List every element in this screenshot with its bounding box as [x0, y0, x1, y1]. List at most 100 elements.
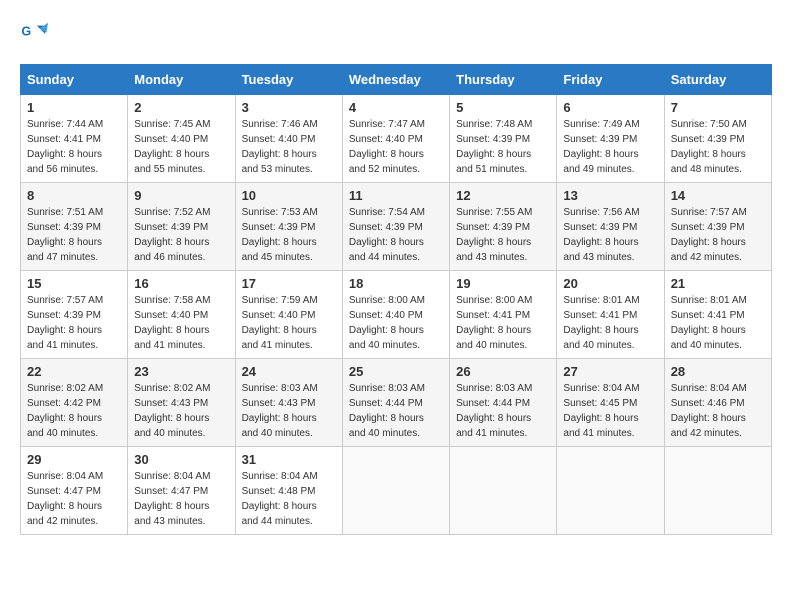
day-info: Sunrise: 7:52 AM Sunset: 4:39 PM Dayligh…	[134, 205, 228, 265]
day-header-tuesday: Tuesday	[235, 65, 342, 95]
day-number: 1	[27, 100, 121, 115]
day-info: Sunrise: 8:03 AM Sunset: 4:43 PM Dayligh…	[242, 381, 336, 441]
calendar-cell: 22Sunrise: 8:02 AM Sunset: 4:42 PM Dayli…	[21, 359, 128, 447]
calendar-cell: 4 Sunrise: 7:47 AM Sunset: 4:40 PM Daylig…	[342, 95, 449, 183]
day-number: 10	[242, 188, 336, 203]
day-info: Sunrise: 7:56 AM Sunset: 4:39 PM Dayligh…	[563, 205, 657, 265]
day-number: 16	[134, 276, 228, 291]
day-info: Sunrise: 8:00 AM Sunset: 4:41 PM Dayligh…	[456, 293, 550, 353]
svg-text:G: G	[21, 24, 31, 38]
day-number: 13	[563, 188, 657, 203]
calendar-cell: 27Sunrise: 8:04 AM Sunset: 4:45 PM Dayli…	[557, 359, 664, 447]
week-row-2: 8 Sunrise: 7:51 AM Sunset: 4:39 PM Daylig…	[21, 183, 772, 271]
day-number: 17	[242, 276, 336, 291]
calendar-cell: 15 Sunrise: 7:57 AM Sunset: 4:39 PM Dayli…	[21, 271, 128, 359]
calendar-table: SundayMondayTuesdayWednesdayThursdayFrid…	[20, 64, 772, 535]
day-info: Sunrise: 8:04 AM Sunset: 4:47 PM Dayligh…	[134, 469, 228, 529]
day-number: 30	[134, 452, 228, 467]
day-number: 21	[671, 276, 765, 291]
calendar-cell: 25 Sunrise: 8:03 AM Sunset: 4:44 PM Dayli…	[342, 359, 449, 447]
week-row-3: 15 Sunrise: 7:57 AM Sunset: 4:39 PM Dayli…	[21, 271, 772, 359]
day-info: Sunrise: 7:57 AM Sunset: 4:39 PM Dayligh…	[671, 205, 765, 265]
calendar-cell: 11 Sunrise: 7:54 AM Sunset: 4:39 PM Dayli…	[342, 183, 449, 271]
day-number: 9	[134, 188, 228, 203]
day-info: Sunrise: 8:04 AM Sunset: 4:47 PM Dayligh…	[27, 469, 121, 529]
day-info: Sunrise: 8:00 AM Sunset: 4:40 PM Dayligh…	[349, 293, 443, 353]
day-info: Sunrise: 7:57 AM Sunset: 4:39 PM Dayligh…	[27, 293, 121, 353]
day-header-thursday: Thursday	[450, 65, 557, 95]
calendar-cell: 31Sunrise: 8:04 AM Sunset: 4:48 PM Dayli…	[235, 447, 342, 535]
day-info: Sunrise: 8:03 AM Sunset: 4:44 PM Dayligh…	[349, 381, 443, 441]
day-number: 12	[456, 188, 550, 203]
logo: G	[20, 20, 52, 48]
calendar-cell: 21 Sunrise: 8:01 AM Sunset: 4:41 PM Dayli…	[664, 271, 771, 359]
week-row-5: 29 Sunrise: 8:04 AM Sunset: 4:47 PM Dayli…	[21, 447, 772, 535]
day-number: 2	[134, 100, 228, 115]
day-info: Sunrise: 7:49 AM Sunset: 4:39 PM Dayligh…	[563, 117, 657, 177]
calendar-cell: 18 Sunrise: 8:00 AM Sunset: 4:40 PM Dayli…	[342, 271, 449, 359]
day-number: 8	[27, 188, 121, 203]
calendar-cell: 20Sunrise: 8:01 AM Sunset: 4:41 PM Dayli…	[557, 271, 664, 359]
day-info: Sunrise: 7:46 AM Sunset: 4:40 PM Dayligh…	[242, 117, 336, 177]
day-info: Sunrise: 7:51 AM Sunset: 4:39 PM Dayligh…	[27, 205, 121, 265]
day-number: 29	[27, 452, 121, 467]
day-info: Sunrise: 7:47 AM Sunset: 4:40 PM Dayligh…	[349, 117, 443, 177]
day-info: Sunrise: 7:44 AM Sunset: 4:41 PM Dayligh…	[27, 117, 121, 177]
page-header: G	[20, 20, 772, 48]
calendar-cell	[664, 447, 771, 535]
day-header-sunday: Sunday	[21, 65, 128, 95]
day-header-monday: Monday	[128, 65, 235, 95]
calendar-cell: 2 Sunrise: 7:45 AM Sunset: 4:40 PM Daylig…	[128, 95, 235, 183]
calendar-cell: 16 Sunrise: 7:58 AM Sunset: 4:40 PM Dayli…	[128, 271, 235, 359]
day-number: 6	[563, 100, 657, 115]
day-number: 11	[349, 188, 443, 203]
calendar-cell	[557, 447, 664, 535]
day-number: 19	[456, 276, 550, 291]
calendar-cell	[342, 447, 449, 535]
day-info: Sunrise: 8:03 AM Sunset: 4:44 PM Dayligh…	[456, 381, 550, 441]
day-info: Sunrise: 8:04 AM Sunset: 4:46 PM Dayligh…	[671, 381, 765, 441]
calendar-cell: 9 Sunrise: 7:52 AM Sunset: 4:39 PM Daylig…	[128, 183, 235, 271]
day-number: 20	[563, 276, 657, 291]
day-info: Sunrise: 7:45 AM Sunset: 4:40 PM Dayligh…	[134, 117, 228, 177]
calendar-cell: 26 Sunrise: 8:03 AM Sunset: 4:44 PM Dayli…	[450, 359, 557, 447]
day-info: Sunrise: 7:55 AM Sunset: 4:39 PM Dayligh…	[456, 205, 550, 265]
day-number: 25	[349, 364, 443, 379]
header-row: SundayMondayTuesdayWednesdayThursdayFrid…	[21, 65, 772, 95]
week-row-1: 1 Sunrise: 7:44 AM Sunset: 4:41 PM Daylig…	[21, 95, 772, 183]
calendar-cell: 28 Sunrise: 8:04 AM Sunset: 4:46 PM Dayli…	[664, 359, 771, 447]
day-info: Sunrise: 8:01 AM Sunset: 4:41 PM Dayligh…	[671, 293, 765, 353]
logo-icon: G	[20, 20, 48, 48]
day-number: 18	[349, 276, 443, 291]
day-header-wednesday: Wednesday	[342, 65, 449, 95]
week-row-4: 22Sunrise: 8:02 AM Sunset: 4:42 PM Dayli…	[21, 359, 772, 447]
day-number: 15	[27, 276, 121, 291]
day-info: Sunrise: 7:48 AM Sunset: 4:39 PM Dayligh…	[456, 117, 550, 177]
day-info: Sunrise: 8:02 AM Sunset: 4:43 PM Dayligh…	[134, 381, 228, 441]
day-number: 3	[242, 100, 336, 115]
day-info: Sunrise: 7:50 AM Sunset: 4:39 PM Dayligh…	[671, 117, 765, 177]
day-info: Sunrise: 8:04 AM Sunset: 4:45 PM Dayligh…	[563, 381, 657, 441]
day-number: 31	[242, 452, 336, 467]
day-header-saturday: Saturday	[664, 65, 771, 95]
calendar-cell: 30 Sunrise: 8:04 AM Sunset: 4:47 PM Dayli…	[128, 447, 235, 535]
day-number: 26	[456, 364, 550, 379]
calendar-cell: 14Sunrise: 7:57 AM Sunset: 4:39 PM Dayli…	[664, 183, 771, 271]
day-number: 24	[242, 364, 336, 379]
calendar-cell: 5Sunrise: 7:48 AM Sunset: 4:39 PM Daylig…	[450, 95, 557, 183]
day-number: 28	[671, 364, 765, 379]
calendar-cell	[450, 447, 557, 535]
calendar-cell: 7 Sunrise: 7:50 AM Sunset: 4:39 PM Daylig…	[664, 95, 771, 183]
calendar-cell: 23Sunrise: 8:02 AM Sunset: 4:43 PM Dayli…	[128, 359, 235, 447]
day-number: 7	[671, 100, 765, 115]
calendar-cell: 29 Sunrise: 8:04 AM Sunset: 4:47 PM Dayli…	[21, 447, 128, 535]
calendar-cell: 10Sunrise: 7:53 AM Sunset: 4:39 PM Dayli…	[235, 183, 342, 271]
calendar-cell: 12 Sunrise: 7:55 AM Sunset: 4:39 PM Dayli…	[450, 183, 557, 271]
day-number: 4	[349, 100, 443, 115]
calendar-cell: 6 Sunrise: 7:49 AM Sunset: 4:39 PM Daylig…	[557, 95, 664, 183]
day-number: 22	[27, 364, 121, 379]
calendar-cell: 1 Sunrise: 7:44 AM Sunset: 4:41 PM Daylig…	[21, 95, 128, 183]
calendar-cell: 3 Sunrise: 7:46 AM Sunset: 4:40 PM Daylig…	[235, 95, 342, 183]
day-info: Sunrise: 7:54 AM Sunset: 4:39 PM Dayligh…	[349, 205, 443, 265]
day-info: Sunrise: 7:58 AM Sunset: 4:40 PM Dayligh…	[134, 293, 228, 353]
